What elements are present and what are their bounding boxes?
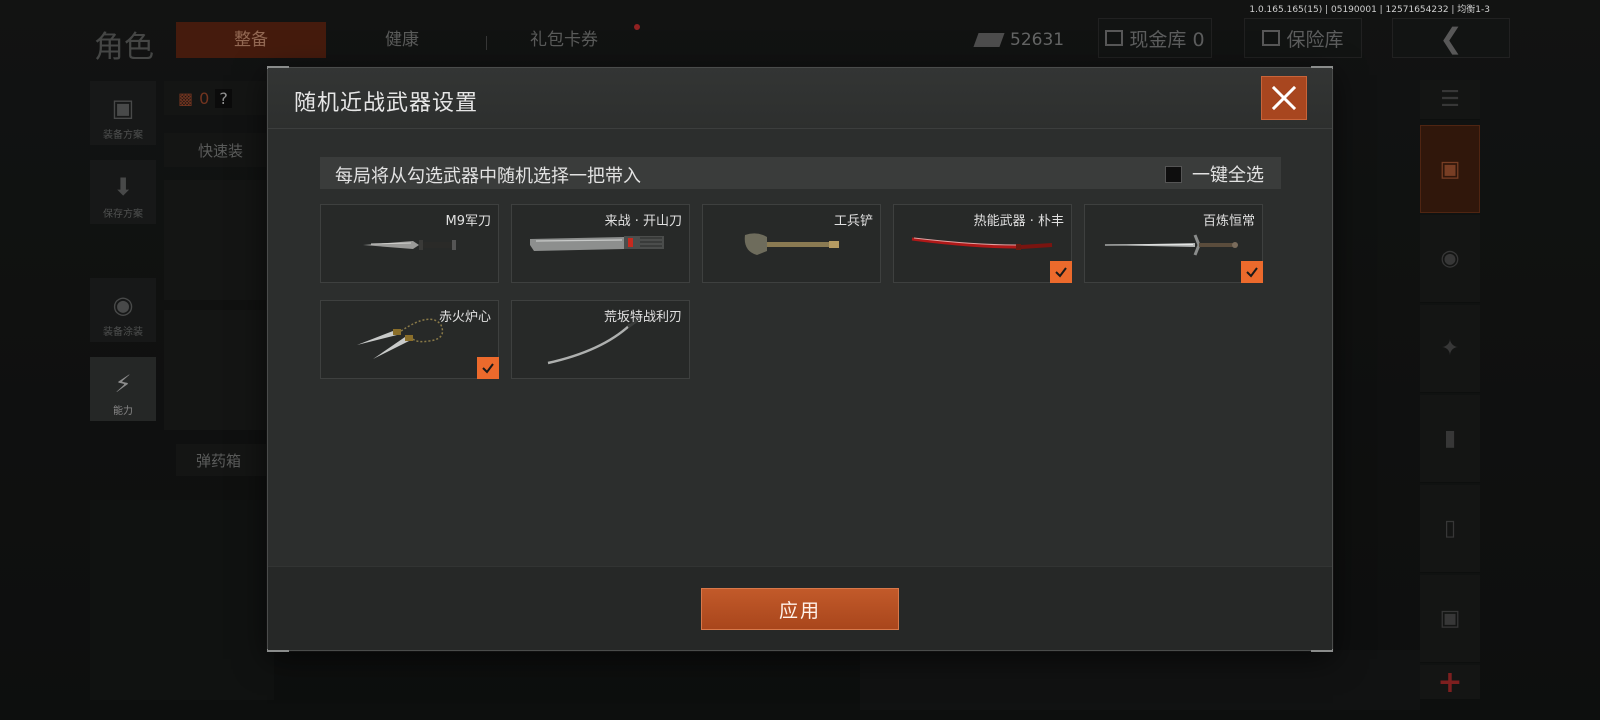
dialog-footer: 应用 <box>268 566 1332 650</box>
checkmark-icon <box>1055 267 1067 278</box>
checkbox-checked[interactable] <box>477 357 499 379</box>
weapon-name: 赤火炉心 <box>438 310 491 325</box>
weapon-card-thermal-katana[interactable]: 热能武器 · 朴丰 <box>893 204 1072 283</box>
instruction-text: 每局将从勾选武器中随机选择一把带入 <box>335 166 641 187</box>
checkmark-icon <box>482 363 494 374</box>
weapon-card-m9[interactable]: M9军刀 <box>320 204 499 283</box>
dialog-title: 随机近战武器设置 <box>294 91 479 116</box>
dialog-header: 随机近战武器设置 <box>268 68 1332 129</box>
close-icon <box>1271 85 1297 111</box>
weapon-card-shovel[interactable]: 工兵铲 <box>702 204 881 283</box>
weapon-name: 工兵铲 <box>833 214 873 229</box>
close-button[interactable] <box>1261 76 1307 120</box>
checkmark-icon <box>1246 267 1258 278</box>
apply-button[interactable]: 应用 <box>701 588 899 630</box>
weapon-name: 百炼恒常 <box>1202 214 1255 229</box>
select-all-toggle[interactable]: 一键全选 <box>1165 161 1264 187</box>
select-all-label: 一键全选 <box>1192 165 1264 186</box>
weapon-name: 来战 · 开山刀 <box>604 214 682 229</box>
instruction-bar: 每局将从勾选武器中随机选择一把带入 一键全选 <box>320 157 1281 189</box>
weapon-name: 热能武器 · 朴丰 <box>973 214 1064 229</box>
weapon-card-machete[interactable]: 来战 · 开山刀 <box>511 204 690 283</box>
weapon-card-arasaka-blade[interactable]: 荒坂特战利刃 <box>511 300 690 379</box>
weapon-name: 荒坂特战利刃 <box>603 310 682 325</box>
checkbox-checked[interactable] <box>1050 261 1072 283</box>
version-text: 1.0.165.165(15) | 05190001 | 12571654232… <box>1249 5 1490 15</box>
weapon-card-red-fire-core[interactable]: 赤火炉心 <box>320 300 499 379</box>
weapon-card-longsword[interactable]: 百炼恒常 <box>1084 204 1263 283</box>
weapon-name: M9军刀 <box>445 214 492 229</box>
checkbox-checked[interactable] <box>1241 261 1263 283</box>
random-melee-dialog: 随机近战武器设置 每局将从勾选武器中随机选择一把带入 一键全选 M9军刀 来战 … <box>267 66 1333 652</box>
select-all-checkbox[interactable] <box>1165 165 1182 183</box>
